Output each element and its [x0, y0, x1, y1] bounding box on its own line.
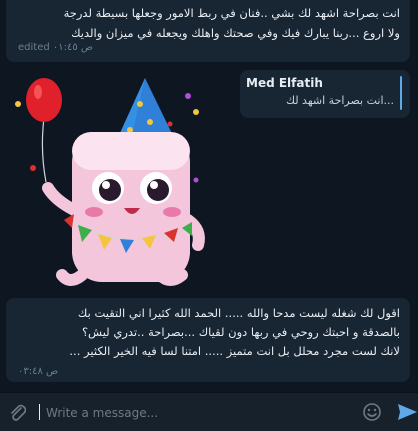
message-bubble[interactable]: انت بصراحة اشهد لك بشي ..فنان في ربط الا… — [6, 0, 410, 62]
party-marshmallow-sticker[interactable] — [0, 70, 240, 295]
reply-author: Med Elfatih — [246, 76, 323, 90]
reply-bar — [400, 76, 402, 110]
smiley-icon[interactable] — [362, 402, 382, 422]
reply-snippet: ...انت بصراحة اشهد لك — [285, 94, 394, 107]
message-input[interactable] — [44, 402, 338, 424]
message-bubble[interactable]: اقول لك شغله ليست مدحا والله ..... الحمد… — [6, 298, 410, 382]
message-text: انت بصراحة اشهد لك بشي ..فنان في ربط الا… — [63, 6, 400, 40]
message-text: اقول لك شغله ليست مدحا والله ..... الحمد… — [69, 306, 400, 358]
paperclip-icon[interactable] — [8, 402, 26, 422]
message-composer — [0, 392, 418, 431]
text-caret — [39, 404, 40, 420]
send-icon[interactable] — [396, 402, 418, 422]
message-meta: ص ٠١:٤٥ edited — [18, 42, 94, 53]
message-meta: ص ٠٣:٤٨ — [18, 366, 59, 377]
chat-area: انت بصراحة اشهد لك بشي ..فنان في ربط الا… — [0, 0, 418, 390]
reply-preview[interactable]: Med Elfatih ...انت بصراحة اشهد لك — [240, 70, 410, 118]
